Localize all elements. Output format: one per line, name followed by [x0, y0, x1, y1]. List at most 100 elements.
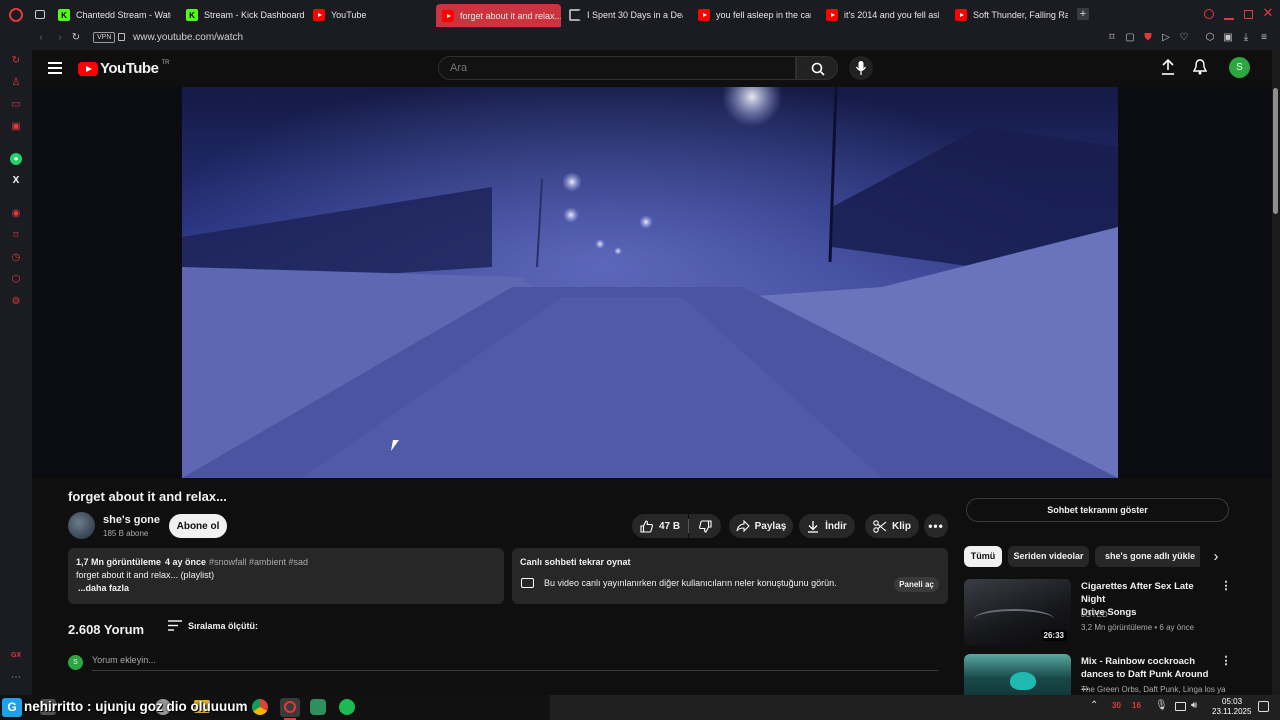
tray-chevron-up-icon[interactable]: ⌃ — [1090, 700, 1098, 711]
search-tabs-icon[interactable] — [1204, 9, 1214, 19]
upload-icon[interactable] — [1161, 59, 1175, 75]
tab-its-2014[interactable]: it's 2014 and you fell aslee — [826, 5, 939, 25]
dislike-button[interactable] — [689, 514, 721, 538]
snapshot-icon[interactable]: ▢ — [1124, 32, 1136, 44]
taskbar-chrome-icon[interactable] — [252, 699, 268, 715]
menu-icon[interactable]: ≡ — [1258, 32, 1270, 44]
wallet-icon[interactable]: ▣ — [1222, 32, 1234, 44]
like-button[interactable]: 47 B — [632, 514, 688, 538]
back-icon[interactable]: ‹ — [35, 32, 47, 44]
chips-next-chevron-icon[interactable]: › — [1208, 547, 1224, 567]
sort-label: Sıralama ölçütü: — [188, 620, 259, 631]
tab-chantedd-stream[interactable]: K Chantedd Stream - Watch — [58, 5, 171, 25]
show-more-link[interactable]: ...daha fazla — [78, 583, 129, 593]
x-icon[interactable]: X — [10, 175, 22, 187]
new-tab-plus-icon[interactable]: + — [1077, 8, 1089, 20]
whatsapp-icon[interactable]: ● — [10, 153, 22, 165]
tab-title: you fell asleep in the car a — [716, 10, 811, 20]
sort-button[interactable]: Sıralama ölçütü: — [168, 620, 258, 631]
minimize-icon[interactable] — [1224, 18, 1234, 20]
messenger-icon[interactable]: ▭ — [10, 99, 22, 111]
channel-name[interactable]: she's gone — [103, 514, 160, 526]
voice-search-button[interactable] — [849, 56, 873, 80]
video-player[interactable] — [32, 87, 1272, 478]
tray-mic-icon[interactable]: 🎙︎ — [1155, 700, 1168, 711]
more-actions-button[interactable]: ••• — [924, 514, 948, 538]
clip-button[interactable]: Klip — [865, 514, 919, 538]
user-avatar[interactable]: S — [1229, 57, 1250, 78]
taskbar-app-icon[interactable] — [310, 699, 326, 715]
restore-icon[interactable] — [1244, 10, 1253, 19]
recommendation-item[interactable]: 26:33 Cigarettes After Sex Late Night Dr… — [964, 579, 1234, 645]
tab-fell-asleep-car[interactable]: you fell asleep in the car a — [698, 5, 811, 25]
gx-icon[interactable]: GX — [10, 650, 22, 662]
clock-time[interactable]: 05:03 — [1222, 697, 1242, 706]
taskbar-opera-gx-icon[interactable] — [280, 698, 300, 717]
description-box[interactable]: 1,7 Mn görüntüleme 4 ay önce #snowfall #… — [68, 548, 504, 604]
notification-center-icon[interactable] — [1258, 701, 1269, 712]
recommendation-more-icon[interactable]: ⋮ — [1220, 654, 1232, 668]
tab-youtube[interactable]: YouTube — [313, 5, 423, 25]
address-url[interactable]: www.youtube.com/watch — [133, 31, 243, 44]
reload-icon[interactable]: ↻ — [70, 32, 82, 44]
search-button[interactable] — [796, 56, 838, 80]
recommendation-more-icon[interactable]: ⋮ — [1220, 579, 1232, 593]
recommendation-item[interactable]: Mix - Rainbow cockroach dances to Daft P… — [964, 654, 1234, 695]
tray-display-icon[interactable] — [1175, 702, 1186, 711]
view-count: 1,7 Mn görüntüleme — [76, 557, 162, 567]
hamburger-menu-icon[interactable] — [48, 62, 62, 74]
youtube-logo-icon — [78, 61, 98, 76]
play-icon[interactable]: ▷ — [1160, 32, 1172, 44]
share-button[interactable]: Paylaş — [729, 514, 793, 538]
more-sidebar-icon[interactable]: ⋯ — [10, 672, 22, 684]
shield-icon[interactable]: ⛊ — [1142, 32, 1154, 44]
download-icon[interactable]: ⤓ — [1240, 32, 1252, 44]
filter-chip-series[interactable]: Seriden videolar — [1008, 546, 1089, 567]
pin-icon[interactable]: ⌑ — [10, 230, 22, 242]
tab-kick-dashboard[interactable]: K Stream - Kick Dashboard — [186, 5, 306, 25]
tab-manager-icon[interactable] — [35, 10, 45, 19]
subscribe-button[interactable]: Abone ol — [169, 514, 227, 538]
hashtags[interactable]: #snowfall #ambient #sad — [209, 557, 308, 567]
close-icon[interactable]: ✕ — [1261, 6, 1275, 20]
tab-soft-thunder[interactable]: Soft Thunder, Falling Rain — [955, 5, 1068, 25]
vpn-badge[interactable]: VPN — [93, 32, 116, 43]
tab-30-days[interactable]: I Spent 30 Days in a Dead — [569, 5, 683, 25]
recommendation-channel[interactable]: The Green Orbs, Daft Punk, Linga los ya — [1081, 685, 1226, 694]
recommendation-thumbnail[interactable]: 26:33 — [964, 579, 1071, 645]
filter-chip-uploads[interactable]: she's gone adlı yükle — [1095, 546, 1200, 567]
tray-volume-icon[interactable]: 🔊︎ — [1191, 700, 1197, 711]
page-scrollbar-thumb[interactable] — [1273, 88, 1278, 214]
recommendation-thumbnail[interactable] — [964, 654, 1071, 695]
heart-icon[interactable]: ♡ — [1178, 32, 1190, 44]
tab-forget-about-it-active[interactable]: forget about it and relax... — [436, 4, 561, 27]
youtube-page: YouTube TR S — [32, 50, 1272, 695]
tab-title: Stream - Kick Dashboard — [204, 10, 305, 20]
settings-icon[interactable]: ⚙ — [10, 296, 22, 308]
extensions-icon[interactable]: ⬡ — [1204, 32, 1216, 44]
forward-icon[interactable]: › — [54, 32, 66, 44]
ai-icon[interactable]: ♙ — [10, 77, 22, 89]
opera-logo-icon[interactable] — [9, 8, 23, 22]
search-input[interactable] — [438, 56, 796, 80]
share-label: Paylaş — [754, 520, 787, 532]
taskbar-spotify-icon[interactable] — [339, 699, 355, 715]
notifications-bell-icon[interactable] — [1193, 59, 1207, 75]
clock-date[interactable]: 23.11.2025 — [1212, 707, 1251, 716]
download-button[interactable]: İndir — [799, 514, 855, 538]
filter-chip-all[interactable]: Tümü — [964, 546, 1002, 567]
recommendation-channel[interactable]: JOYED — [1081, 610, 1108, 619]
refresh-icon[interactable]: ↻ — [10, 55, 22, 67]
bookmark-icon[interactable]: ⌑ — [1106, 32, 1118, 44]
music-icon[interactable]: ▣ — [10, 121, 22, 133]
show-chat-button[interactable]: Sohbet tekranını göster — [966, 498, 1229, 522]
channel-avatar[interactable] — [68, 512, 95, 539]
record-icon[interactable]: ◉ — [10, 208, 22, 220]
video-frame-snowy-street[interactable] — [182, 87, 1118, 478]
youtube-logo[interactable]: YouTube TR — [78, 60, 169, 77]
open-panel-button[interactable]: Paneli aç — [894, 577, 939, 592]
extensions-sidebar-icon[interactable]: ⬡ — [10, 274, 22, 286]
comment-input[interactable]: Yorum ekleyin... — [92, 655, 938, 671]
history-icon[interactable]: ◷ — [10, 252, 22, 264]
youtube-icon — [698, 9, 710, 21]
